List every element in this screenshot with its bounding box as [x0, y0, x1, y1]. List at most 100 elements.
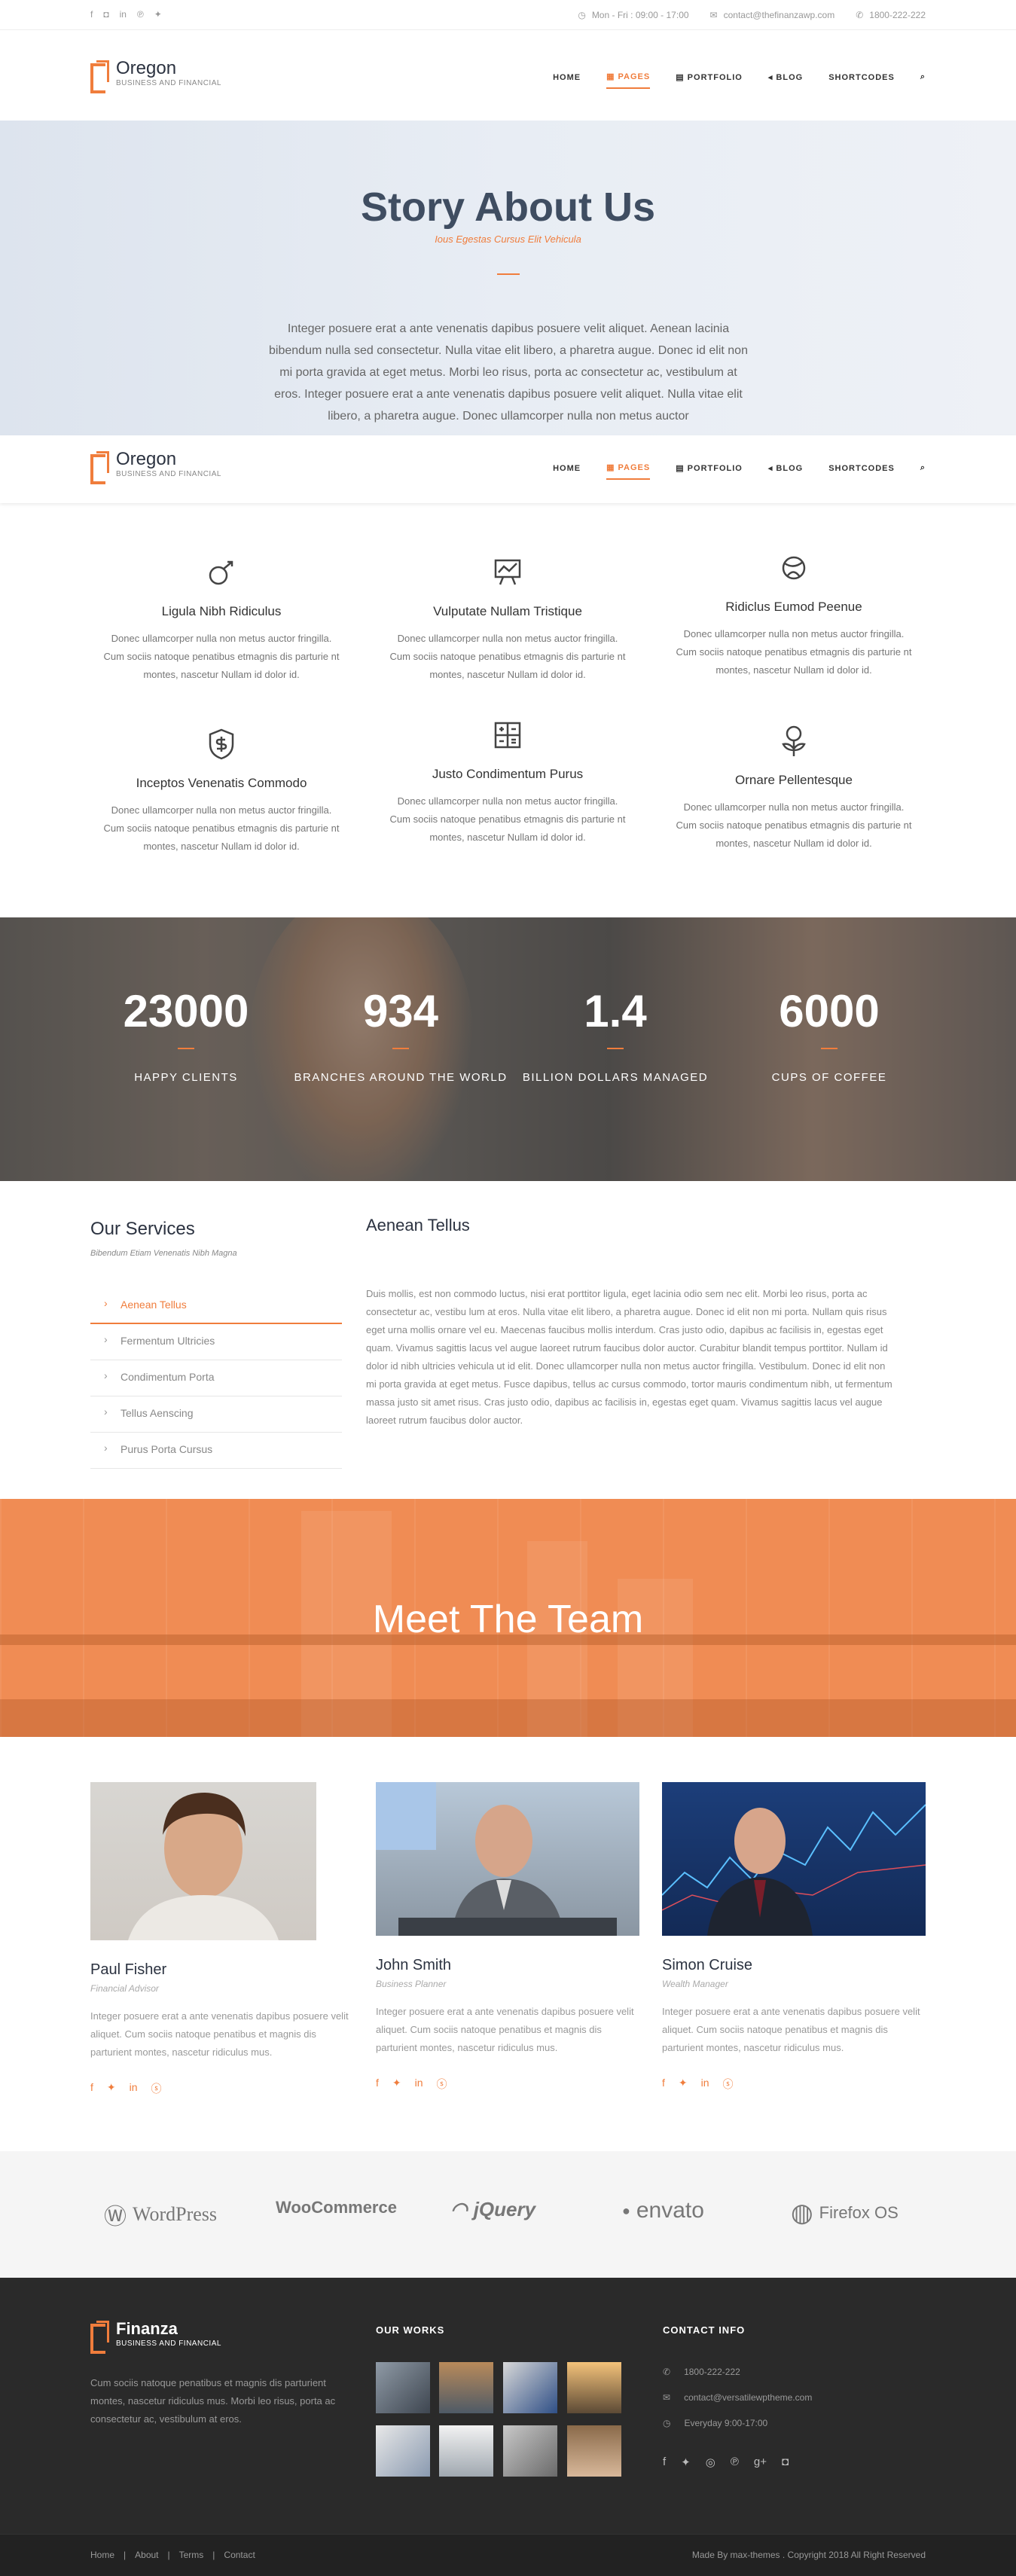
twitter-icon[interactable]: ✦	[392, 2077, 401, 2092]
nav-pages[interactable]: ▦ Pages	[606, 72, 651, 89]
nav-pages[interactable]: ▦ Pages	[606, 462, 651, 480]
phone-icon: ✆	[663, 2367, 671, 2377]
services-tab-aenean-tellus[interactable]: Aenean Tellus	[90, 1288, 342, 1324]
logo-mark-icon	[90, 60, 109, 93]
footer-email-text[interactable]: contact@versatilewptheme.com	[684, 2392, 812, 2403]
work-thumbnail[interactable]	[439, 2362, 493, 2413]
member-social: f ✦ in ⓢ	[662, 2077, 926, 2092]
nav-home[interactable]: Home	[553, 73, 581, 88]
nav-portfolio[interactable]: ▤ Portfolio	[676, 72, 743, 88]
work-thumbnail[interactable]	[567, 2362, 621, 2413]
linkedin-icon[interactable]: in	[701, 2077, 709, 2092]
partner-name: envato	[636, 2198, 704, 2223]
counter: 23000 Happy Clients	[78, 985, 294, 1087]
work-thumbnail[interactable]	[567, 2425, 621, 2477]
pinterest-icon[interactable]: ℗	[731, 2455, 739, 2469]
facebook-icon[interactable]: f	[662, 2077, 665, 2092]
linkedin-icon[interactable]: in	[130, 2081, 138, 2096]
footer-link-about[interactable]: About	[135, 2550, 158, 2560]
nav-blog[interactable]: ◂ Blog	[768, 463, 803, 479]
twitter-icon[interactable]: ✦	[154, 9, 162, 20]
nav-shortcodes[interactable]: Shortcodes	[828, 464, 895, 479]
skype-icon[interactable]: ⓢ	[151, 2081, 162, 2096]
phone-icon: ✆	[856, 10, 864, 20]
footer-link-home[interactable]: Home	[90, 2550, 114, 2560]
topbar-phone[interactable]: ✆ 1800-222-222	[856, 10, 926, 20]
feature-text: Donec ullamcorper nulla non metus auctor…	[389, 633, 626, 680]
partner-logo-wordpress[interactable]: Ⓦ WordPress	[104, 2198, 217, 2231]
skype-icon[interactable]: ⓢ	[723, 2077, 734, 2092]
copyright-text: Made By max-themes . Copyright 2018 All …	[691, 2550, 926, 2560]
counter: 1.4 Billion Dollars Managed	[508, 985, 723, 1087]
footer-phone[interactable]: ✆ 1800-222-222	[663, 2367, 740, 2377]
partner-logos: Ⓦ WordPress WooCommerce ◠ jQuery ● envato ◍…	[0, 2151, 1016, 2278]
facebook-icon[interactable]: f	[90, 9, 93, 20]
nav-blog[interactable]: ◂ Blog	[768, 72, 803, 88]
team-member-card: Paul Fisher Financial Advisor Integer po…	[90, 1782, 354, 2096]
counter: 934 Branches Around The World	[293, 985, 508, 1087]
footer-link-terms[interactable]: Terms	[179, 2550, 204, 2560]
facebook-icon[interactable]: f	[376, 2077, 379, 2092]
partner-logo-jquery[interactable]: ◠ jQuery	[450, 2198, 535, 2221]
feature-card: Justo Condimentum Purus Donec ullamcorpe…	[372, 719, 643, 847]
nav-home[interactable]: Home	[553, 464, 581, 479]
partner-logo-firefox-os[interactable]: ◍ Firefox OS	[791, 2198, 899, 2228]
feature-title: Justo Condimentum Purus	[432, 767, 584, 781]
instagram-icon[interactable]: ◘	[782, 2455, 789, 2469]
facebook-icon[interactable]: f	[663, 2455, 666, 2469]
partner-name: WooCommerce	[276, 2198, 397, 2217]
topbar-email[interactable]: ✉ contact@thefinanzawp.com	[710, 10, 835, 20]
feature-text: Donec ullamcorper nulla non metus auctor…	[389, 795, 626, 843]
topbar-hours: ◷ Mon - Fri : 09:00 - 17:00	[578, 10, 688, 20]
email-text[interactable]: contact@thefinanzawp.com	[724, 10, 835, 20]
wordpress-icon: Ⓦ	[104, 2205, 127, 2230]
search-icon[interactable]: ⌕	[920, 72, 926, 88]
feature-card: Inceptos Venenatis Commodo Donec ullamco…	[86, 728, 357, 856]
footer-logo[interactable]: Finanza Business and Financial	[90, 2320, 221, 2354]
sticky-logo[interactable]: Oregon Business and Financial	[90, 450, 221, 484]
footer-email[interactable]: ✉ contact@versatilewptheme.com	[663, 2392, 812, 2403]
facebook-icon[interactable]: f	[90, 2081, 93, 2096]
work-thumbnail[interactable]	[503, 2425, 557, 2477]
feature-title: Ridiclus Eumod Peenue	[725, 600, 862, 614]
google-plus-icon[interactable]: g+	[754, 2455, 767, 2469]
twitter-icon[interactable]: ✦	[679, 2077, 688, 2092]
search-icon[interactable]: ⌕	[920, 463, 926, 479]
clock-icon: ◷	[578, 10, 586, 20]
nav-shortcodes[interactable]: Shortcodes	[828, 73, 895, 88]
hero-section: Story About Us Ious Egestas Cursus Elit …	[0, 121, 1016, 437]
dribbble-icon[interactable]: ◎	[706, 2455, 715, 2469]
member-social: f ✦ in ⓢ	[376, 2077, 639, 2092]
linkedin-icon[interactable]: in	[415, 2077, 423, 2092]
footer-phone-text[interactable]: 1800-222-222	[684, 2367, 740, 2377]
twitter-icon[interactable]: ✦	[681, 2455, 691, 2469]
pinterest-icon[interactable]: ℗	[137, 9, 144, 20]
phone-text[interactable]: 1800-222-222	[869, 10, 926, 20]
team-title: Meet The Team	[372, 1598, 644, 1641]
nav-blog-label: Blog	[776, 464, 804, 473]
twitter-icon[interactable]: ✦	[107, 2081, 116, 2096]
nav-pages-label: Pages	[618, 463, 651, 472]
footer-link-contact[interactable]: Contact	[224, 2550, 255, 2560]
instagram-icon[interactable]: ◘	[103, 9, 108, 20]
work-thumbnail[interactable]	[376, 2362, 430, 2413]
topbar-social: f ◘ in ℗ ✦	[90, 9, 162, 20]
services-tab-tellus-aenscing[interactable]: Tellus Aenscing	[90, 1396, 342, 1433]
main-nav: Home ▦ Pages ▤ Portfolio ◂ Blog Shortcod…	[553, 72, 926, 89]
service-detail-text: Duis mollis, est non commodo luctus, nis…	[366, 1288, 892, 1426]
services-tab-fermentum-ultricies[interactable]: Fermentum Ultricies	[90, 1324, 342, 1360]
work-thumbnail[interactable]	[503, 2362, 557, 2413]
work-thumbnail[interactable]	[439, 2425, 493, 2477]
linkedin-icon[interactable]: in	[120, 9, 127, 20]
services-tab-condimentum-porta[interactable]: Condimentum Porta	[90, 1360, 342, 1396]
feature-text: Donec ullamcorper nulla non metus auctor…	[676, 801, 912, 849]
partner-logo-envato[interactable]: ● envato	[622, 2198, 704, 2223]
footer-hours: ◷ Everyday 9:00-17:00	[663, 2418, 767, 2428]
nav-portfolio-label: Portfolio	[687, 464, 743, 473]
logo[interactable]: Oregon Business and Financial	[90, 60, 221, 93]
nav-portfolio[interactable]: ▤ Portfolio	[676, 463, 743, 479]
services-tab-purus-porta-cursus[interactable]: Purus Porta Cursus	[90, 1433, 342, 1469]
partner-logo-woocommerce[interactable]: WooCommerce	[276, 2198, 397, 2217]
skype-icon[interactable]: ⓢ	[437, 2077, 447, 2092]
work-thumbnail[interactable]	[376, 2425, 430, 2477]
